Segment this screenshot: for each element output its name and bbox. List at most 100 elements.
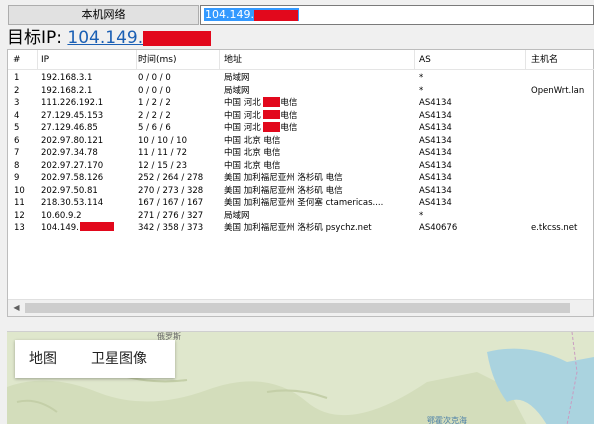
app-window: 本机网络 104.149. 目标IP: 104.149. # IP 时间(ms)…	[0, 0, 594, 424]
target-ip-label: 目标IP:	[7, 28, 68, 48]
row-time: 270 / 273 / 328	[138, 185, 204, 196]
target-address-input[interactable]: 104.149.	[200, 5, 594, 25]
column-header-time[interactable]: 时间(ms)	[133, 50, 220, 70]
target-ip-value: 104.149.	[67, 28, 144, 48]
redaction-mark	[143, 30, 212, 46]
tab-satellite[interactable]: 卫星图像	[91, 340, 147, 378]
row-ip: 202.97.27.170	[41, 160, 104, 171]
row-time: 0 / 0 / 0	[138, 85, 171, 96]
row-time: 342 / 358 / 373	[138, 223, 204, 233]
row-address: 中国 河北 电信	[224, 122, 298, 133]
table-row[interactable]: 1 192.168.3.1 0 / 0 / 0 局域网 *	[8, 72, 594, 85]
row-hostname	[531, 185, 594, 198]
row-as: AS4134	[419, 135, 452, 146]
scroll-left-icon[interactable]: ◀	[8, 300, 25, 316]
row-hostname	[531, 122, 594, 135]
horizontal-scrollbar[interactable]: ◀	[8, 299, 593, 316]
row-address: 局域网	[224, 85, 250, 96]
row-hostname	[531, 97, 594, 110]
scrollbar-thumb[interactable]	[25, 303, 570, 313]
table-row[interactable]: 3 111.226.192.1 1 / 2 / 2 中国 河北 电信 AS4134	[8, 97, 594, 110]
row-hostname	[531, 147, 594, 160]
row-hostname	[531, 135, 594, 148]
row-index: 1	[14, 73, 20, 83]
row-time: 2 / 2 / 2	[138, 110, 171, 121]
redaction-mark	[263, 122, 281, 132]
row-as: AS4134	[419, 110, 452, 121]
row-time: 271 / 276 / 327	[138, 210, 204, 221]
row-address: 美国 加利福尼亚州 洛杉矶 电信	[224, 185, 343, 196]
table-row[interactable]: 9 202.97.58.126 252 / 264 / 278 美国 加利福尼亚州 洛…	[8, 172, 594, 185]
row-time: 5 / 6 / 6	[138, 123, 171, 133]
row-index: 2	[14, 85, 20, 96]
row-ip: 104.149.	[41, 222, 137, 235]
row-ip: 192.168.3.1	[41, 73, 93, 83]
row-time: 12 / 15 / 23	[138, 160, 187, 171]
table-header: # IP 时间(ms) 地址 AS 主机名	[8, 50, 594, 70]
row-time: 0 / 0 / 0	[138, 73, 171, 83]
row-ip: 111.226.192.1	[41, 98, 104, 108]
column-header-as[interactable]: AS	[414, 50, 526, 70]
row-ip: 202.97.80.121	[41, 135, 104, 146]
row-hostname: e.tkcss.net	[531, 223, 578, 233]
table-row[interactable]: 12 10.60.9.2 271 / 276 / 327 局域网 *	[8, 210, 594, 223]
row-as: *	[419, 85, 424, 96]
row-hostname	[531, 110, 594, 123]
table-body: 1 192.168.3.1 0 / 0 / 0 局域网 * 2 192.168.2.1 0 /…	[8, 72, 594, 235]
toolbar: 本机网络 104.149.	[0, 0, 594, 26]
row-hostname: OpenWrt.lan	[531, 85, 585, 96]
row-address: 中国 河北 电信	[224, 109, 298, 121]
row-hostname	[531, 172, 594, 185]
row-address: 美国 加利福尼亚州 圣何塞 ctamericas....	[224, 198, 384, 208]
row-index: 12	[14, 210, 25, 221]
row-ip: 27.129.46.85	[41, 123, 98, 133]
row-hostname	[531, 210, 594, 223]
row-as: AS4134	[419, 148, 452, 158]
table-row[interactable]: 13 104.149. 342 / 358 / 373 美国 加利福尼亚州 洛杉矶 p…	[8, 222, 594, 235]
tab-map[interactable]: 地图	[29, 340, 57, 378]
row-as: AS40676	[419, 223, 458, 233]
row-index: 8	[14, 160, 20, 171]
row-address: 中国 北京 电信	[224, 135, 281, 146]
row-as: AS4134	[419, 185, 452, 196]
table-row[interactable]: 8 202.97.27.170 12 / 15 / 23 中国 北京 电信 AS4134	[8, 160, 594, 173]
row-ip: 202.97.58.126	[41, 173, 104, 183]
row-time: 11 / 11 / 72	[138, 148, 187, 158]
address-selected-text: 104.149.	[204, 8, 299, 21]
row-address: 美国 加利福尼亚州 洛杉矶 电信	[224, 173, 343, 183]
column-header-index[interactable]: #	[8, 50, 38, 70]
row-as: *	[419, 73, 424, 83]
map-type-switcher: 地图 卫星图像	[15, 340, 175, 378]
table-row[interactable]: 7 202.97.34.78 11 / 11 / 72 中国 北京 电信 AS4134	[8, 147, 594, 160]
row-as: AS4134	[419, 98, 452, 108]
redaction-mark	[263, 97, 281, 107]
row-time: 167 / 167 / 167	[138, 198, 204, 208]
column-header-address[interactable]: 地址	[219, 50, 415, 70]
row-index: 7	[14, 148, 20, 158]
target-ip-link[interactable]: 104.149.	[67, 28, 212, 48]
local-network-button[interactable]: 本机网络	[8, 5, 199, 25]
row-as: AS4134	[419, 160, 452, 171]
row-ip: 202.97.50.81	[41, 185, 98, 196]
row-index: 13	[14, 223, 25, 233]
row-index: 6	[14, 135, 20, 146]
table-row[interactable]: 5 27.129.46.85 5 / 6 / 6 中国 河北 电信 AS4134	[8, 122, 594, 135]
row-ip: 218.30.53.114	[41, 198, 104, 208]
column-header-ip[interactable]: IP	[36, 50, 137, 70]
table-row[interactable]: 2 192.168.2.1 0 / 0 / 0 局域网 * OpenWrt.lan	[8, 85, 594, 98]
row-ip: 202.97.34.78	[41, 148, 98, 158]
row-as: AS4134	[419, 198, 452, 208]
row-time: 252 / 264 / 278	[138, 173, 204, 183]
table-row[interactable]: 11 218.30.53.114 167 / 167 / 167 美国 加利福尼亚州 …	[8, 197, 594, 210]
row-index: 11	[14, 198, 25, 208]
row-time: 10 / 10 / 10	[138, 135, 187, 146]
table-row[interactable]: 10 202.97.50.81 270 / 273 / 328 美国 加利福尼亚州 洛…	[8, 185, 594, 198]
map-view[interactable]: 俄罗斯 鄂霍次克海 地图 卫星图像	[7, 331, 594, 424]
row-ip: 192.168.2.1	[41, 85, 93, 96]
row-index: 9	[14, 173, 20, 183]
row-address: 局域网	[224, 210, 250, 221]
table-row[interactable]: 6 202.97.80.121 10 / 10 / 10 中国 北京 电信 AS4134	[8, 135, 594, 148]
table-row[interactable]: 4 27.129.45.153 2 / 2 / 2 中国 河北 电信 AS4134	[8, 109, 594, 123]
column-header-hostname[interactable]: 主机名	[526, 50, 594, 70]
trace-table: # IP 时间(ms) 地址 AS 主机名 1 192.168.3.1 0 / 0 …	[7, 49, 594, 317]
